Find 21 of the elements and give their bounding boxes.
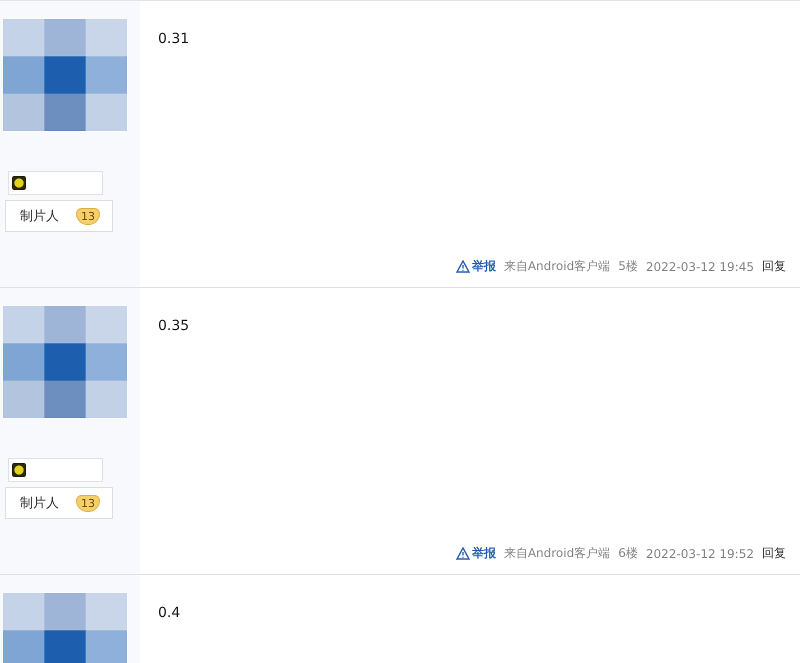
floor-number: 5楼 <box>618 258 638 275</box>
report-link[interactable]: 举报 <box>456 545 496 562</box>
sun-icon <box>12 463 26 477</box>
warning-icon <box>456 547 470 560</box>
floor-number: 6楼 <box>618 545 638 562</box>
post-time: 2022-03-12 19:52 <box>646 546 754 560</box>
user-title: 制片人 <box>20 208 59 225</box>
client-source: 来自Android客户端 <box>504 545 610 562</box>
user-title: 制片人 <box>20 495 59 512</box>
level-badge: 13 <box>76 494 100 512</box>
warning-icon <box>456 260 470 273</box>
report-link[interactable]: 举报 <box>456 258 496 275</box>
post-content: 0.4 <box>158 605 182 621</box>
post-content: 0.31 <box>158 31 190 47</box>
post-content: 0.35 <box>158 318 190 334</box>
sun-icon <box>12 176 26 190</box>
reply-link[interactable]: 回复 <box>762 545 786 562</box>
reply-link[interactable]: 回复 <box>762 258 786 275</box>
client-source: 来自Android客户端 <box>504 258 610 275</box>
post-time: 2022-03-12 19:45 <box>646 260 754 274</box>
level-badge: 13 <box>76 208 100 224</box>
